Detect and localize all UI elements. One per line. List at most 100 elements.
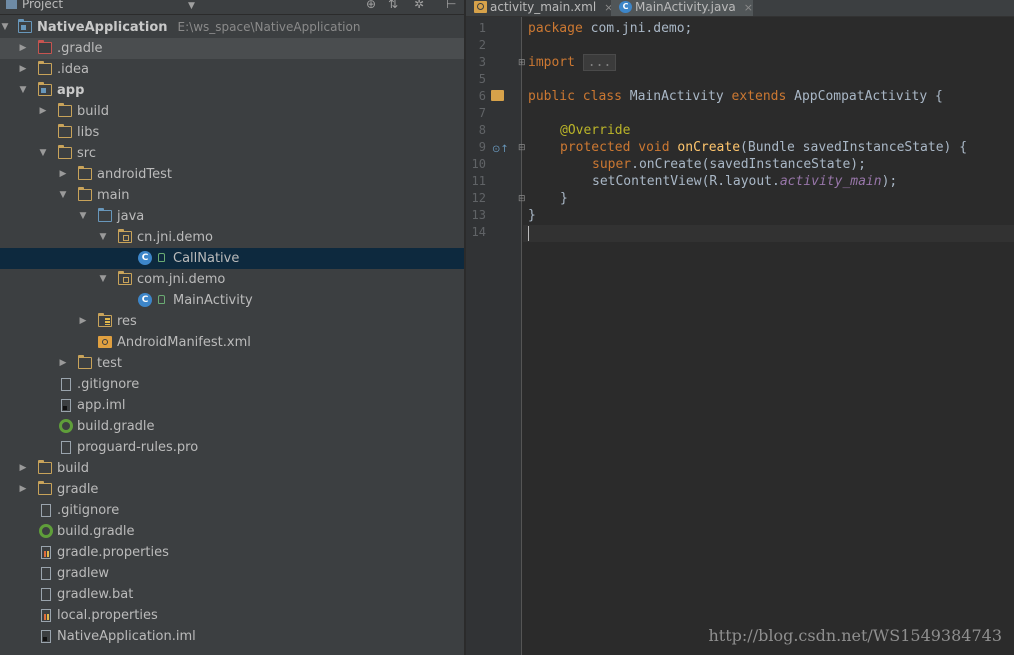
expand-arrow-icon[interactable]: ▶ xyxy=(18,458,28,479)
line-number: 12 xyxy=(471,191,486,205)
tree-item-main[interactable]: ▼ main xyxy=(0,185,464,206)
tree-item-app-gitignore[interactable]: .gitignore xyxy=(0,374,464,395)
tree-item-cn-jni-demo[interactable]: ▼ cn.jni.demo xyxy=(0,227,464,248)
expand-arrow-icon[interactable]: ▶ xyxy=(58,164,68,185)
chevron-down-icon[interactable]: ▼ xyxy=(188,0,195,12)
tree-item-label: gradlew.bat xyxy=(57,587,134,602)
tree-item-src[interactable]: ▼ src xyxy=(0,143,464,164)
project-panel: Project ▼ ⊕ ⇅ ✲ ⊢ ▼ NativeApplication E:\… xyxy=(0,0,464,655)
tree-item-nativeapplication[interactable]: ▼ NativeApplication E:\ws_space\NativeApp… xyxy=(0,17,464,38)
annotation: @Override xyxy=(560,123,631,138)
tree-item-gradlew-bat[interactable]: gradlew.bat xyxy=(0,584,464,605)
line-number: 14 xyxy=(471,225,486,239)
class-icon: C xyxy=(138,293,152,307)
expand-arrow-icon[interactable]: ▶ xyxy=(78,311,88,332)
hide-icon[interactable]: ⊢ xyxy=(446,0,456,10)
folded-imports[interactable]: ... xyxy=(582,54,617,71)
keyword: import xyxy=(528,55,575,70)
code-line-10: super.onCreate(savedInstanceState); xyxy=(592,156,866,173)
properties-file-icon xyxy=(41,546,51,559)
class-name: MainActivity xyxy=(629,89,724,104)
tree-item-mainactivity[interactable]: C MainActivity xyxy=(0,290,464,311)
module-folder-icon xyxy=(38,82,52,96)
collapse-icon[interactable]: ⇅ xyxy=(388,0,398,10)
tree-item-label: CallNative xyxy=(173,251,240,266)
tab-activity-main-xml[interactable]: activity_main.xml × xyxy=(466,0,613,16)
tree-item-label: libs xyxy=(77,125,100,140)
keyword: protected xyxy=(560,140,631,155)
tree-item-local-properties[interactable]: local.properties xyxy=(0,605,464,626)
override-marker-icon[interactable]: ⊙↑ xyxy=(492,144,509,155)
iml-file-icon xyxy=(61,399,71,412)
gradle-icon xyxy=(59,419,73,433)
tree-item-proguard-rules[interactable]: proguard-rules.pro xyxy=(0,437,464,458)
expand-arrow-icon[interactable]: ▶ xyxy=(18,59,28,80)
tree-item-label: test xyxy=(97,356,122,371)
keyword: package xyxy=(528,21,583,36)
folder-icon xyxy=(38,460,52,474)
tree-item-com-jni-demo[interactable]: ▼ com.jni.demo xyxy=(0,269,464,290)
tree-item-root-build-gradle[interactable]: build.gradle xyxy=(0,521,464,542)
fold-collapse-icon[interactable]: ⊟ xyxy=(518,143,526,153)
expand-arrow-icon[interactable]: ▼ xyxy=(98,269,108,290)
resource-folder-icon xyxy=(98,313,112,327)
fold-expand-icon[interactable]: ⊞ xyxy=(518,58,526,68)
tree-item-gradlew[interactable]: gradlew xyxy=(0,563,464,584)
class-icon: C xyxy=(138,251,152,265)
tree-item-test[interactable]: ▶ test xyxy=(0,353,464,374)
package-icon xyxy=(118,229,132,243)
fold-end-icon[interactable]: ⊟ xyxy=(518,194,526,204)
close-icon[interactable]: × xyxy=(744,1,753,14)
folder-icon xyxy=(58,124,72,138)
tree-item-app-iml[interactable]: app.iml xyxy=(0,395,464,416)
tree-item-androidtest[interactable]: ▶ androidTest xyxy=(0,164,464,185)
tree-item-callnative[interactable]: C CallNative xyxy=(0,248,464,269)
tree-item-libs[interactable]: libs xyxy=(0,122,464,143)
expand-arrow-icon[interactable]: ▼ xyxy=(98,227,108,248)
tree-item-root-gitignore[interactable]: .gitignore xyxy=(0,500,464,521)
xml-layout-gutter-icon[interactable] xyxy=(491,90,504,101)
code-text: } xyxy=(560,191,568,206)
tree-item-gradle-properties[interactable]: gradle.properties xyxy=(0,542,464,563)
expand-arrow-icon[interactable]: ▶ xyxy=(18,38,28,59)
module-folder-icon xyxy=(18,19,32,33)
tree-item-root-build[interactable]: ▶ build xyxy=(0,458,464,479)
tree-item-gradle-dir[interactable]: ▶ .gradle xyxy=(0,38,464,59)
tree-item-label: .idea xyxy=(57,62,89,77)
line-number: 6 xyxy=(478,89,486,103)
tree-item-java[interactable]: ▼ java xyxy=(0,206,464,227)
method-name: onCreate xyxy=(677,140,741,155)
target-icon[interactable]: ⊕ xyxy=(366,0,376,10)
expand-arrow-icon[interactable]: ▶ xyxy=(58,353,68,374)
expand-arrow-icon[interactable]: ▼ xyxy=(58,185,68,206)
tree-item-label: proguard-rules.pro xyxy=(77,440,199,455)
tree-item-root-gradle[interactable]: ▶ gradle xyxy=(0,479,464,500)
keyword: void xyxy=(638,140,670,155)
tree-item-app-build-gradle[interactable]: build.gradle xyxy=(0,416,464,437)
expand-arrow-icon[interactable]: ▼ xyxy=(18,80,28,101)
gear-icon[interactable]: ✲ xyxy=(414,0,424,10)
tree-item-idea[interactable]: ▶ .idea xyxy=(0,59,464,80)
expand-arrow-icon[interactable]: ▼ xyxy=(78,206,88,227)
tree-item-app-build[interactable]: ▶ build xyxy=(0,101,464,122)
expand-arrow-icon[interactable]: ▼ xyxy=(0,17,10,38)
tree-item-label: AndroidManifest.xml xyxy=(117,335,251,350)
gradle-icon xyxy=(39,524,53,538)
expand-arrow-icon[interactable]: ▶ xyxy=(38,101,48,122)
code-line-11: setContentView(R.layout.activity_main); xyxy=(592,173,897,190)
project-view-selector[interactable]: Project xyxy=(6,0,63,10)
tree-item-res[interactable]: ▶ res xyxy=(0,311,464,332)
line-number: 9 xyxy=(478,140,486,154)
tab-mainactivity-java[interactable]: C MainActivity.java × xyxy=(611,0,753,16)
tree-item-app[interactable]: ▼ app xyxy=(0,80,464,101)
line-number-gutter: 1 2 3 5 6 7 8 9 10 11 12 13 14 ⊞ ⊙↑ ⊟ ⊟ xyxy=(466,17,526,655)
line-number: 11 xyxy=(471,174,486,188)
project-panel-header: Project ▼ ⊕ ⇅ ✲ ⊢ xyxy=(0,0,464,15)
tree-item-label: build xyxy=(77,104,109,119)
watermark: http://blog.csdn.net/WS1549384743 xyxy=(708,626,1003,645)
tree-item-androidmanifest[interactable]: AndroidManifest.xml xyxy=(0,332,464,353)
code-line-9: protected void onCreate(Bundle savedInst… xyxy=(560,139,967,156)
expand-arrow-icon[interactable]: ▼ xyxy=(38,143,48,164)
expand-arrow-icon[interactable]: ▶ xyxy=(18,479,28,500)
tree-item-nativeapplication-iml[interactable]: NativeApplication.iml xyxy=(0,626,464,647)
